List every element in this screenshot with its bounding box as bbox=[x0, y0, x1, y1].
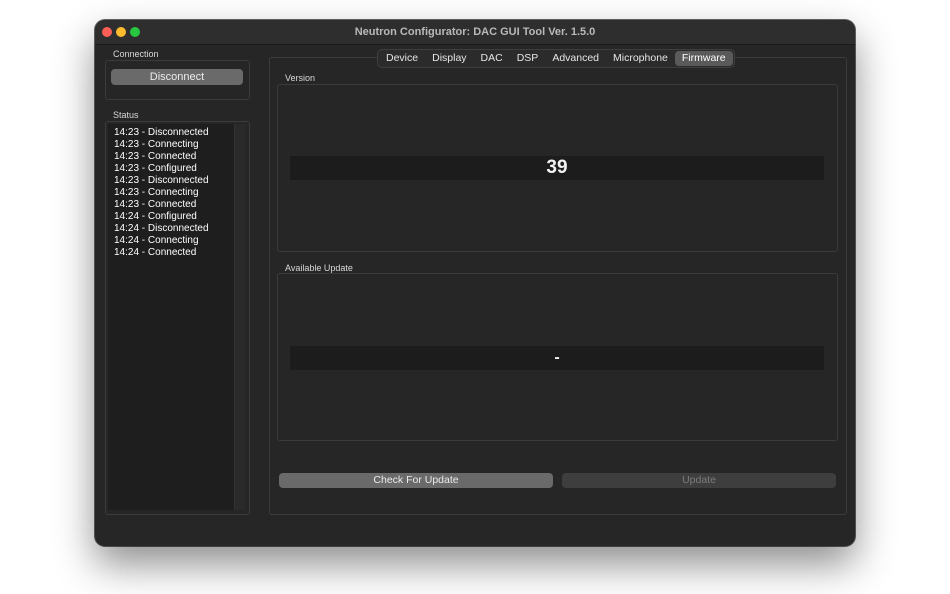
title-bar[interactable]: Neutron Configurator: DAC GUI Tool Ver. … bbox=[95, 20, 855, 45]
status-line: 14:23 - Disconnected bbox=[114, 175, 209, 186]
tab-microphone[interactable]: Microphone bbox=[606, 51, 675, 66]
status-label: Status bbox=[113, 110, 139, 120]
status-line: 14:24 - Connected bbox=[114, 247, 197, 258]
tab-device[interactable]: Device bbox=[379, 51, 425, 66]
tab-advanced[interactable]: Advanced bbox=[545, 51, 606, 66]
tab-bar: Device Display DAC DSP Advanced Micropho… bbox=[377, 49, 735, 68]
window-title: Neutron Configurator: DAC GUI Tool Ver. … bbox=[354, 26, 596, 38]
tab-display[interactable]: Display bbox=[425, 51, 473, 66]
tab-firmware[interactable]: Firmware bbox=[674, 51, 733, 66]
status-line: 14:23 - Connecting bbox=[114, 187, 199, 198]
check-for-update-button[interactable]: Check For Update bbox=[279, 473, 553, 488]
update-button[interactable]: Update bbox=[562, 473, 836, 488]
status-line: 14:24 - Connecting bbox=[114, 235, 199, 246]
status-line: 14:23 - Connecting bbox=[114, 139, 199, 150]
version-label: Version bbox=[285, 73, 316, 83]
status-line: 14:24 - Disconnected bbox=[114, 223, 209, 234]
status-log[interactable]: 14:23 - Disconnected 14:23 - Connecting … bbox=[108, 124, 234, 510]
status-line: 14:23 - Connected bbox=[114, 199, 197, 210]
connection-label: Connection bbox=[113, 49, 159, 59]
available-update-label: Available Update bbox=[285, 263, 353, 273]
tab-dsp[interactable]: DSP bbox=[510, 51, 546, 66]
status-line: 14:23 - Connected bbox=[114, 151, 197, 162]
disconnect-button[interactable]: Disconnect bbox=[111, 69, 243, 85]
available-update-value: - bbox=[290, 346, 824, 370]
app-window: Neutron Configurator: DAC GUI Tool Ver. … bbox=[95, 20, 855, 546]
status-scrollbar[interactable] bbox=[234, 124, 245, 510]
version-value: 39 bbox=[290, 156, 824, 180]
status-line: 14:24 - Configured bbox=[114, 211, 197, 222]
tab-dac[interactable]: DAC bbox=[474, 51, 510, 66]
status-line: 14:23 - Disconnected bbox=[114, 127, 209, 138]
status-line: 14:23 - Configured bbox=[114, 163, 197, 174]
